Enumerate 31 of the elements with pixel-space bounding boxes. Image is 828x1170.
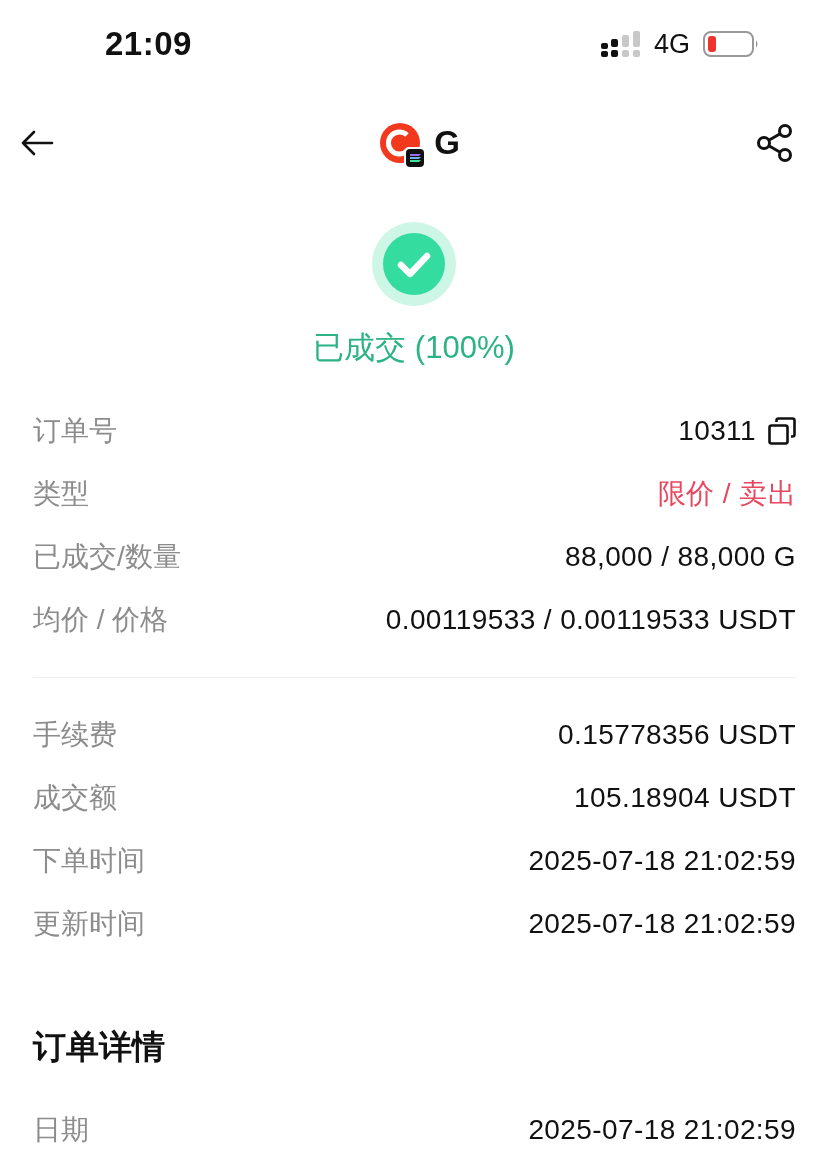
section-title: 订单详情 [33, 1027, 165, 1067]
network-label: 4G [653, 28, 690, 60]
coin-title: G [434, 124, 460, 162]
field-label: 类型 [33, 476, 89, 511]
field-value: 105.18904 USDT [574, 781, 796, 814]
field-label: 日期 [33, 1112, 89, 1147]
field-value: 2025-07-18 21:02:59 [528, 1113, 796, 1146]
copy-icon[interactable] [768, 416, 796, 445]
field-value: 0.15778356 USDT [558, 718, 796, 751]
field-label: 手续费 [33, 717, 117, 752]
back-button[interactable] [20, 130, 54, 156]
back-arrow-icon [20, 130, 54, 156]
field-value: 2025-07-18 21:02:59 [528, 907, 796, 940]
field-label: 更新时间 [33, 906, 145, 941]
field-value: 限价 / 卖出 [657, 476, 796, 511]
field-label: 订单号 [33, 413, 117, 448]
field-label: 均价 / 价格 [33, 602, 169, 637]
signal-icon [600, 31, 641, 57]
coin-logo-icon [380, 123, 427, 169]
field-label: 已成交/数量 [33, 539, 181, 574]
field-value: 0.00119533 / 0.00119533 USDT [385, 603, 796, 636]
field-label: 成交额 [33, 780, 117, 815]
share-icon [756, 124, 794, 162]
field-value: 88,000 / 88,000 G [565, 540, 796, 573]
clock-time: 21:09 [105, 25, 192, 63]
field-label: 下单时间 [33, 843, 145, 878]
share-button[interactable] [756, 124, 794, 162]
field-value: 2025-07-18 21:02:59 [528, 844, 796, 877]
battery-icon [703, 31, 759, 57]
field-value: 10311 [678, 414, 756, 447]
order-status-text: 已成交 (100%) [313, 329, 515, 367]
